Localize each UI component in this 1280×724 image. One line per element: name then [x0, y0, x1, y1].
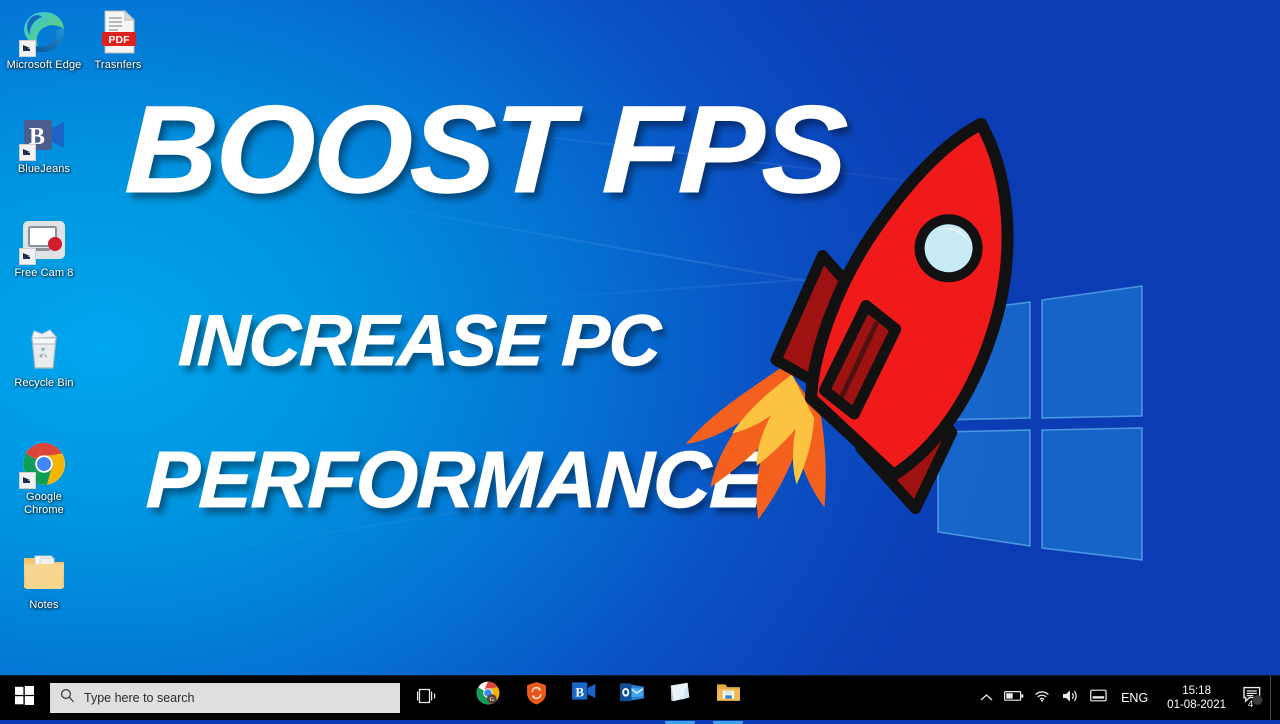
- action-center-button[interactable]: 4: [1236, 676, 1270, 720]
- desktop-icon-label: Google Chrome: [24, 491, 64, 516]
- network-button[interactable]: [1028, 676, 1056, 720]
- show-hidden-icons-button[interactable]: [972, 676, 1000, 720]
- shortcut-arrow-icon: [19, 248, 36, 265]
- file-explorer-icon: [715, 680, 742, 709]
- taskbar-app-outlook[interactable]: [608, 673, 656, 724]
- battery-icon: [1004, 689, 1024, 707]
- volume-button[interactable]: [1056, 676, 1084, 720]
- shortcut-arrow-icon: [19, 472, 36, 489]
- clock-date: 01-08-2021: [1167, 699, 1226, 711]
- monitor-icon: [1089, 689, 1107, 707]
- system-tray: ENG 15:18 01-08-2021 4: [972, 676, 1280, 720]
- battery-button[interactable]: [1000, 676, 1028, 720]
- svg-text:B: B: [575, 684, 584, 699]
- bluejeans-icon: B: [571, 680, 597, 707]
- shortcut-arrow-icon: [19, 144, 36, 161]
- taskbar-app-google-chrome[interactable]: G: [464, 673, 512, 724]
- taskbar-app-bluejeans[interactable]: B: [560, 673, 608, 724]
- desktop-icon-label: BlueJeans: [17, 163, 71, 175]
- taskbar: Type here to search G B ENG 15:18 01-08-…: [0, 675, 1280, 724]
- chevron-up-icon: [980, 689, 993, 707]
- desktop-icon-trasnfers[interactable]: PDF Trasnfers: [80, 8, 156, 72]
- taskbar-app-file-explorer[interactable]: [704, 673, 752, 724]
- taskbar-app-shield-security[interactable]: [512, 673, 560, 724]
- desktop-icon-label: Recycle Bin: [14, 377, 74, 389]
- desktop-icon-label: Microsoft Edge: [6, 59, 82, 71]
- display-settings-button[interactable]: [1084, 676, 1112, 720]
- wifi-icon: [1034, 689, 1050, 707]
- rocket-illustration: [655, 60, 1075, 580]
- search-icon: [60, 688, 75, 708]
- svg-text:PDF: PDF: [109, 34, 131, 46]
- language-indicator[interactable]: ENG: [1112, 691, 1157, 705]
- desktop-icon-google-chrome[interactable]: Google Chrome: [6, 440, 82, 516]
- task-view-icon: [416, 688, 437, 709]
- start-button[interactable]: [0, 676, 48, 720]
- taskbar-active-indicator: [713, 720, 743, 724]
- shortcut-arrow-icon: [19, 40, 36, 57]
- folder-icon: [20, 548, 68, 596]
- desktop-wallpaper[interactable]: Microsoft Edge PDF Trasnfers B BlueJeans…: [0, 0, 1280, 720]
- desktop-icon-recycle-bin[interactable]: Recycle Bin: [6, 326, 82, 390]
- outlook-icon: [619, 680, 645, 709]
- desktop-icon-label: Free Cam 8: [14, 267, 74, 279]
- windows-start-icon: [14, 686, 34, 710]
- sticky-notes-icon: [667, 680, 693, 709]
- taskbar-app-list: G B: [464, 676, 752, 724]
- desktop-icon-notes[interactable]: Notes: [6, 548, 82, 612]
- speaker-icon: [1062, 689, 1079, 708]
- bluejeans-icon: B: [19, 112, 68, 161]
- clock-time: 15:18: [1182, 685, 1211, 697]
- free-cam-icon: [19, 216, 68, 265]
- taskbar-active-indicator: [665, 720, 695, 724]
- pdf-file-icon: PDF: [94, 8, 142, 56]
- search-placeholder: Type here to search: [84, 691, 195, 705]
- search-input[interactable]: Type here to search: [50, 683, 400, 713]
- task-view-button[interactable]: [404, 676, 450, 720]
- desktop-icon-label: Trasnfers: [94, 59, 142, 71]
- desktop-icon-label: Notes: [29, 599, 59, 611]
- shield-icon: [524, 680, 549, 711]
- show-desktop-button[interactable]: [1270, 676, 1278, 720]
- edge-icon: [19, 8, 68, 57]
- thumbnail-subtitle-line-1: INCREASE PC: [177, 301, 662, 382]
- clock[interactable]: 15:18 01-08-2021: [1157, 684, 1236, 712]
- recycle-bin-icon: [20, 326, 68, 374]
- svg-text:G: G: [489, 697, 494, 703]
- chrome-icon: G: [475, 680, 501, 711]
- chrome-icon: [19, 440, 68, 489]
- notification-badge: 4: [1248, 699, 1254, 710]
- desktop-icon-free-cam-8[interactable]: Free Cam 8: [6, 216, 82, 280]
- desktop-icon-microsoft-edge[interactable]: Microsoft Edge: [6, 8, 82, 72]
- taskbar-app-sticky-notes[interactable]: [656, 673, 704, 724]
- desktop-icon-bluejeans[interactable]: B BlueJeans: [6, 112, 82, 176]
